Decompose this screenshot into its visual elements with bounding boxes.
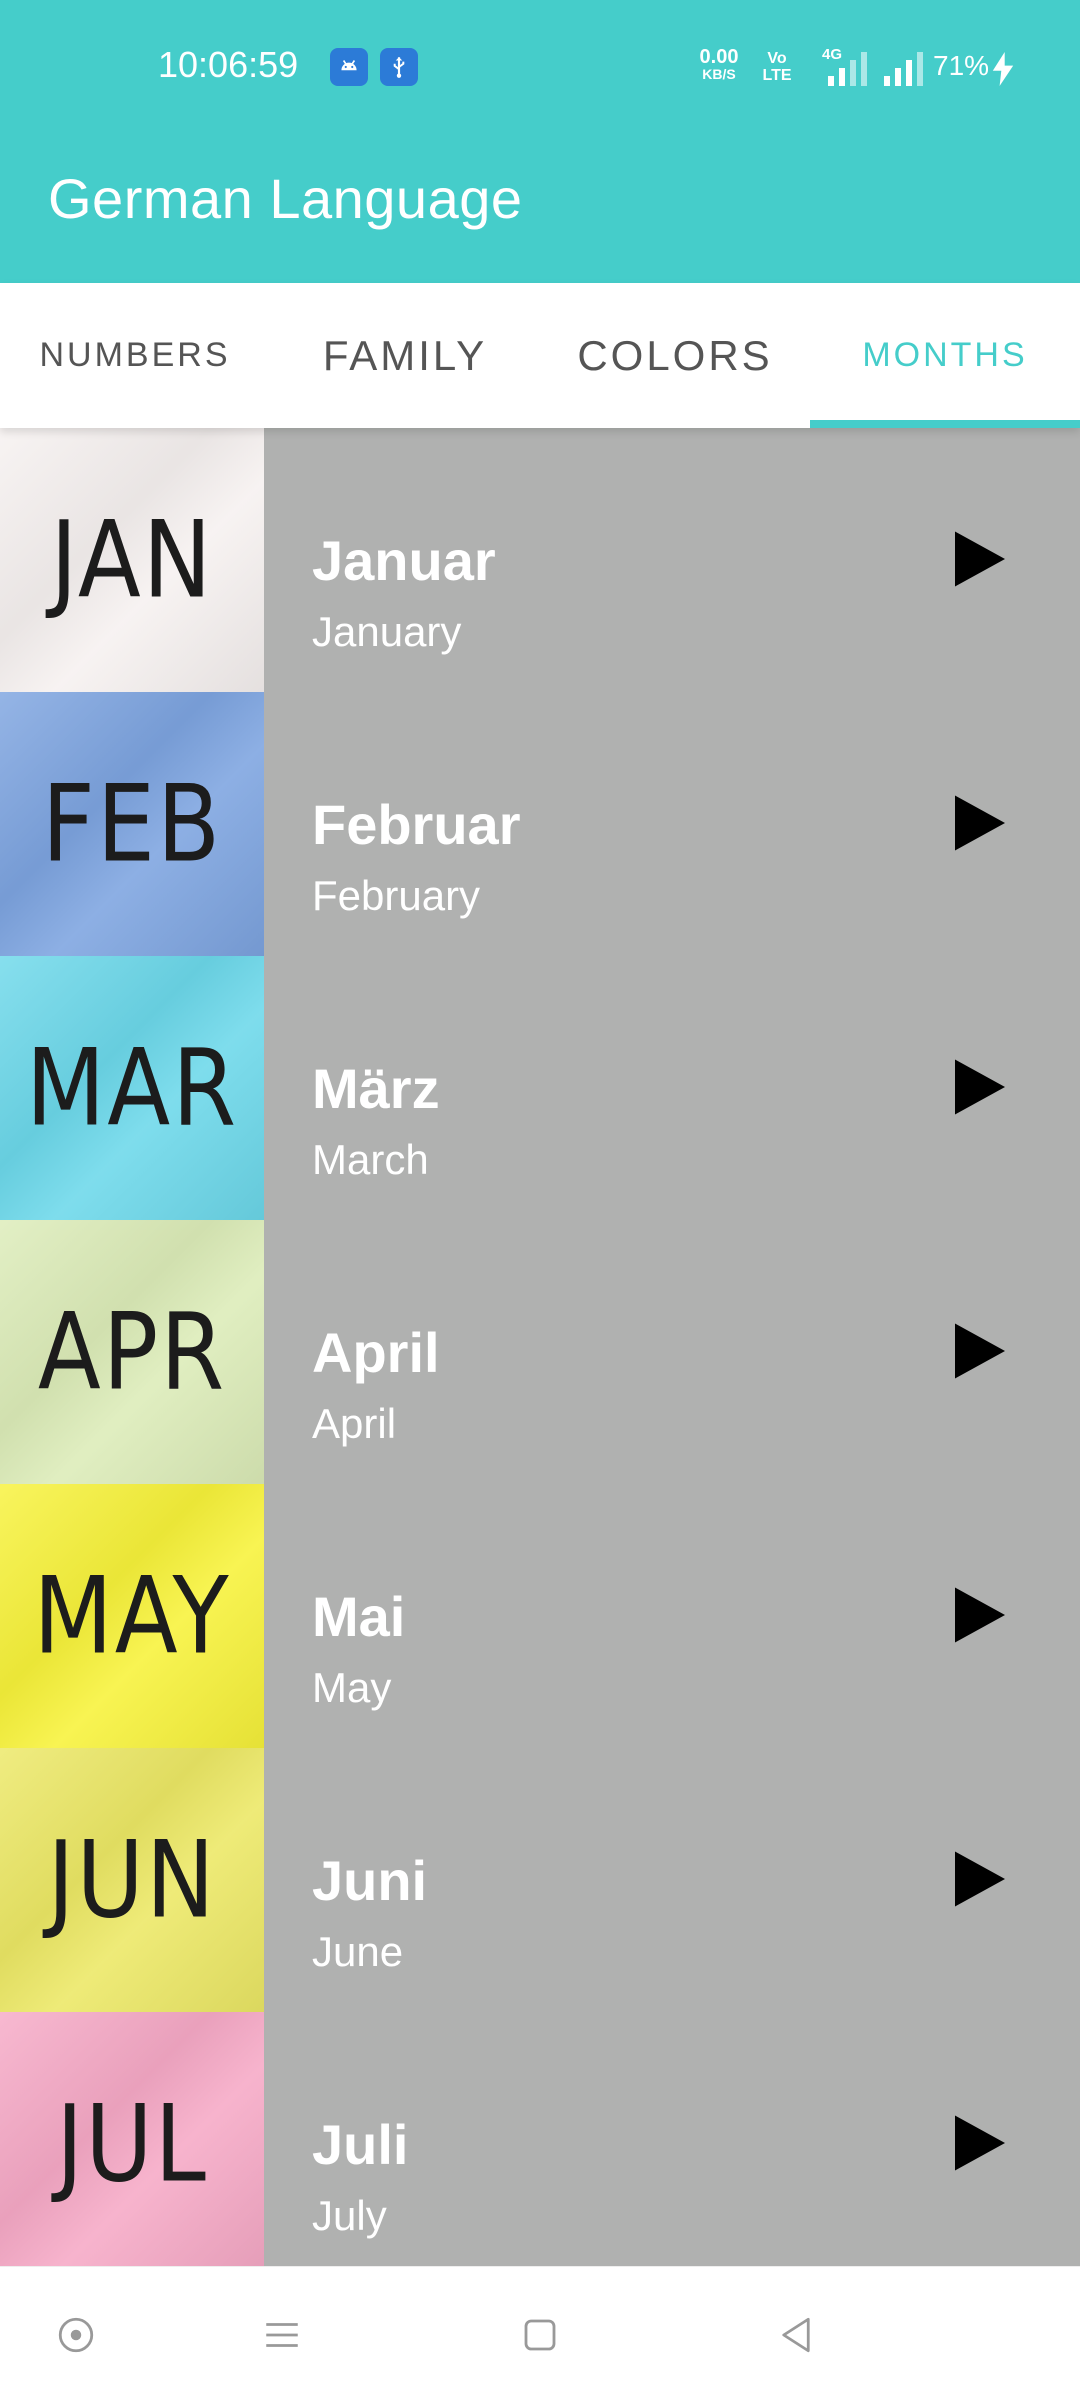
tab-numbers[interactable]: NUMBERS — [0, 283, 270, 428]
english-translation: July — [312, 2192, 387, 2239]
english-translation: February — [312, 872, 481, 919]
status-bar: 10:06:59 0.00 KB/S Vo LTE 4G 71% — [0, 0, 1080, 140]
english-translation: June — [312, 1928, 404, 1975]
battery-level: 71% — [933, 50, 990, 81]
german-word: Juni — [312, 1849, 428, 1912]
app-title: German Language — [48, 167, 523, 230]
square-icon[interactable] — [512, 2307, 568, 2363]
play-icon[interactable] — [955, 795, 1005, 851]
english-translation: January — [312, 608, 462, 655]
month-thumbnail: MAR — [0, 956, 264, 1220]
list-item[interactable]: APR April April — [0, 1220, 1080, 1484]
play-icon[interactable] — [955, 1059, 1005, 1115]
german-word: Februar — [312, 793, 521, 856]
home-dot-icon[interactable] — [48, 2307, 104, 2363]
play-icon[interactable] — [955, 1587, 1005, 1643]
month-list: JAN Januar January FEB Februar February … — [0, 428, 1080, 2266]
menu-icon[interactable] — [254, 2307, 310, 2363]
list-item[interactable]: JAN Januar January — [0, 428, 1080, 692]
play-icon[interactable] — [955, 2115, 1005, 2171]
play-icon[interactable] — [955, 1851, 1005, 1907]
german-word: April — [312, 1321, 440, 1384]
month-thumbnail: JAN — [0, 428, 264, 692]
month-thumbnail: FEB — [0, 692, 264, 956]
tab-colors[interactable]: COLORS — [540, 283, 810, 428]
english-translation: April — [312, 1400, 397, 1447]
list-item[interactable]: MAY Mai May — [0, 1484, 1080, 1748]
app-bar: 10:06:59 0.00 KB/S Vo LTE 4G 71% German … — [0, 0, 1080, 283]
net-speed: 0.00 KB/S — [699, 46, 739, 82]
list-item[interactable]: MAR März March — [0, 956, 1080, 1220]
play-icon[interactable] — [955, 1323, 1005, 1379]
volte-label: Vo LTE — [762, 50, 792, 84]
play-icon[interactable] — [955, 531, 1005, 587]
signal-icon — [828, 52, 867, 86]
tab-indicator — [810, 420, 1080, 428]
english-translation: May — [312, 1664, 392, 1711]
list-item[interactable]: FEB Februar February — [0, 692, 1080, 956]
german-word: Januar — [312, 529, 496, 592]
android-icon — [330, 48, 368, 86]
signal-icon — [884, 52, 923, 86]
month-thumbnail: MAY — [0, 1484, 264, 1748]
month-thumbnail: APR — [0, 1220, 264, 1484]
month-thumbnail: JUL — [0, 2012, 264, 2266]
back-icon[interactable] — [768, 2307, 824, 2363]
battery-charging-icon — [992, 52, 1014, 86]
german-word: März — [312, 1057, 440, 1120]
month-thumbnail: JUN — [0, 1748, 264, 2012]
status-time: 10:06:59 — [158, 44, 299, 85]
english-translation: March — [312, 1136, 429, 1183]
tab-months[interactable]: MONTHS — [810, 283, 1080, 428]
list-item[interactable]: JUN Juni June — [0, 1748, 1080, 2012]
german-word: Mai — [312, 1585, 406, 1648]
german-word: Juli — [312, 2113, 409, 2176]
tab-family[interactable]: FAMILY — [270, 283, 540, 428]
system-nav-bar — [0, 2266, 1080, 2401]
list-item[interactable]: JUL Juli July — [0, 2012, 1080, 2266]
tab-bar: NUMBERS FAMILY COLORS MONTHS — [0, 283, 1080, 428]
usb-icon — [380, 48, 418, 86]
